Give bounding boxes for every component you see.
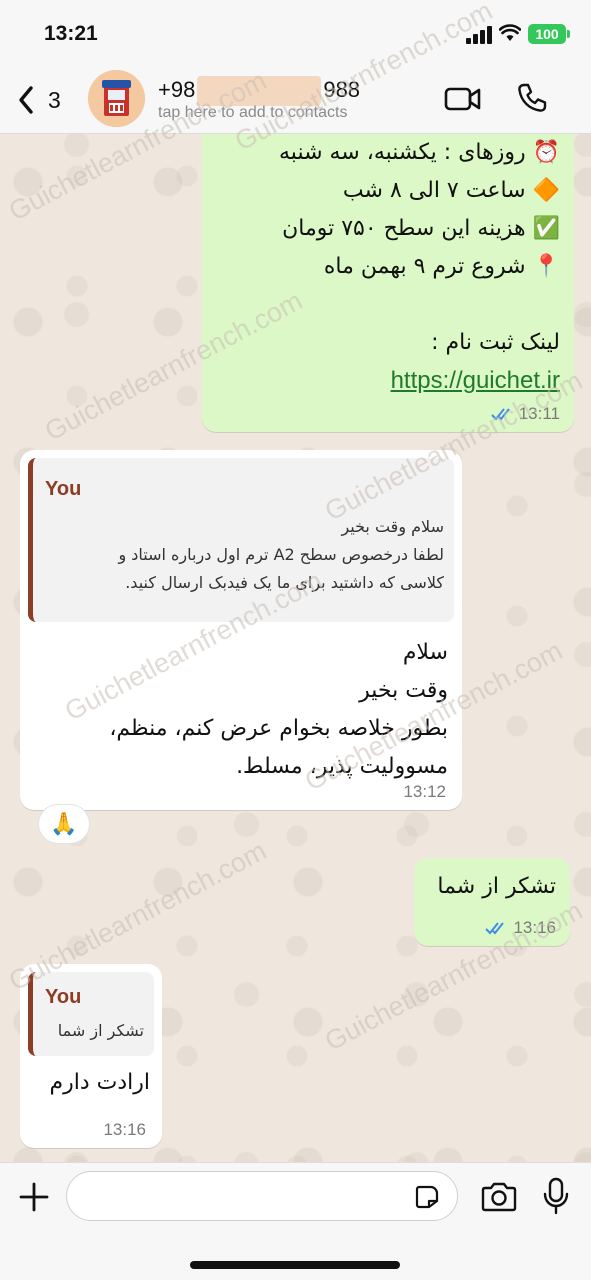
message-text: تشکر از شما [437,874,556,899]
message-input[interactable] [66,1171,458,1221]
battery-icon: 100 [528,24,566,44]
reaction-badge[interactable]: 🙏 [38,804,90,844]
quote-line: تشکر از شما [57,1021,144,1040]
quoted-message[interactable]: You سلام وقت بخیر لطفا درخصوص سطح A2 ترم… [28,458,454,622]
wifi-icon [499,24,521,41]
plus-icon[interactable] [18,1181,50,1213]
quoted-message[interactable]: You تشکر از شما [28,972,154,1056]
status-time: 13:21 [44,22,98,45]
message-line: بطور خلاصه بخوام عرض کنم، منظم، [109,716,448,741]
quote-line: کلاسی که داشتید برای ما یک فیدبک ارسال ک… [125,573,444,592]
contact-name[interactable]: +98 988 [158,76,360,106]
message-line: وقت بخیر [359,678,448,703]
phone-icon[interactable] [516,82,548,114]
back-button[interactable]: 3 [16,80,76,120]
message-time: 13:12 [403,782,446,801]
message-meta: 13:12 [403,782,446,802]
message-line: 🔶 ساعت ۷ الی ۸ شب [342,178,560,203]
quote-author: You [45,478,82,500]
message-line: لینک ثبت نام : [431,330,560,355]
registration-link[interactable]: https://guichet.ir [391,367,560,394]
microphone-icon[interactable] [542,1177,570,1215]
quote-line: لطفا درخصوص سطح A2 ترم اول درباره استاد … [118,545,444,564]
contact-subtitle[interactable]: tap here to add to contacts [158,104,347,122]
chat-header: 3 +98 988 tap here to add to contacts [0,64,591,134]
message-bubble-incoming-1[interactable]: You سلام وقت بخیر لطفا درخصوص سطح A2 ترم… [20,450,462,810]
video-camera-icon[interactable] [444,85,482,113]
message-meta: 13:11 [491,404,560,424]
battery-tip [567,30,570,38]
message-line: سلام [402,640,448,665]
cellular-signal-icon [466,26,492,44]
quote-author: You [45,986,82,1008]
unread-count: 3 [48,86,61,113]
message-bubble-outgoing-1[interactable]: ⏰ روزهای : یکشنبه، سه شنبه 🔶 ساعت ۷ الی … [202,116,574,432]
contact-number-suffix: 988 [323,76,361,102]
avatar[interactable] [88,70,145,127]
quote-line: سلام وقت بخیر [341,517,444,536]
camera-icon[interactable] [480,1181,518,1213]
read-receipt-icon [485,922,505,935]
read-receipt-icon [491,408,510,421]
message-time: 13:16 [103,1120,146,1139]
message-meta: 13:16 [485,918,556,938]
message-line: مسوولیت پذیر، مسلط. [236,754,448,779]
message-meta: 13:16 [103,1120,146,1140]
sticker-icon[interactable] [415,1185,439,1209]
kiosk-avatar-icon [88,70,145,127]
message-input-bar [0,1162,591,1280]
pray-emoji-icon: 🙏 [50,811,78,837]
message-line: ✅ هزینه این سطح ۷۵۰ تومان [282,216,560,241]
redaction-mask [197,76,322,106]
status-bar: 13:21 100 [0,0,591,64]
message-time: 13:11 [518,404,560,423]
contact-number-prefix: +98 [158,76,196,102]
message-line: ⏰ روزهای : یکشنبه، سه شنبه [279,140,560,165]
message-line: 📍 شروع ترم ۹ بهمن ماه [323,254,560,279]
message-text: ارادت دارم [49,1070,150,1095]
chevron-left-icon [19,86,33,114]
home-indicator[interactable] [190,1261,400,1269]
message-time: 13:16 [513,918,556,937]
message-bubble-incoming-2[interactable]: You تشکر از شما ارادت دارم 13:16 [20,964,162,1148]
message-bubble-outgoing-2[interactable]: تشکر از شما 13:16 [414,858,570,946]
message-line [216,286,560,324]
